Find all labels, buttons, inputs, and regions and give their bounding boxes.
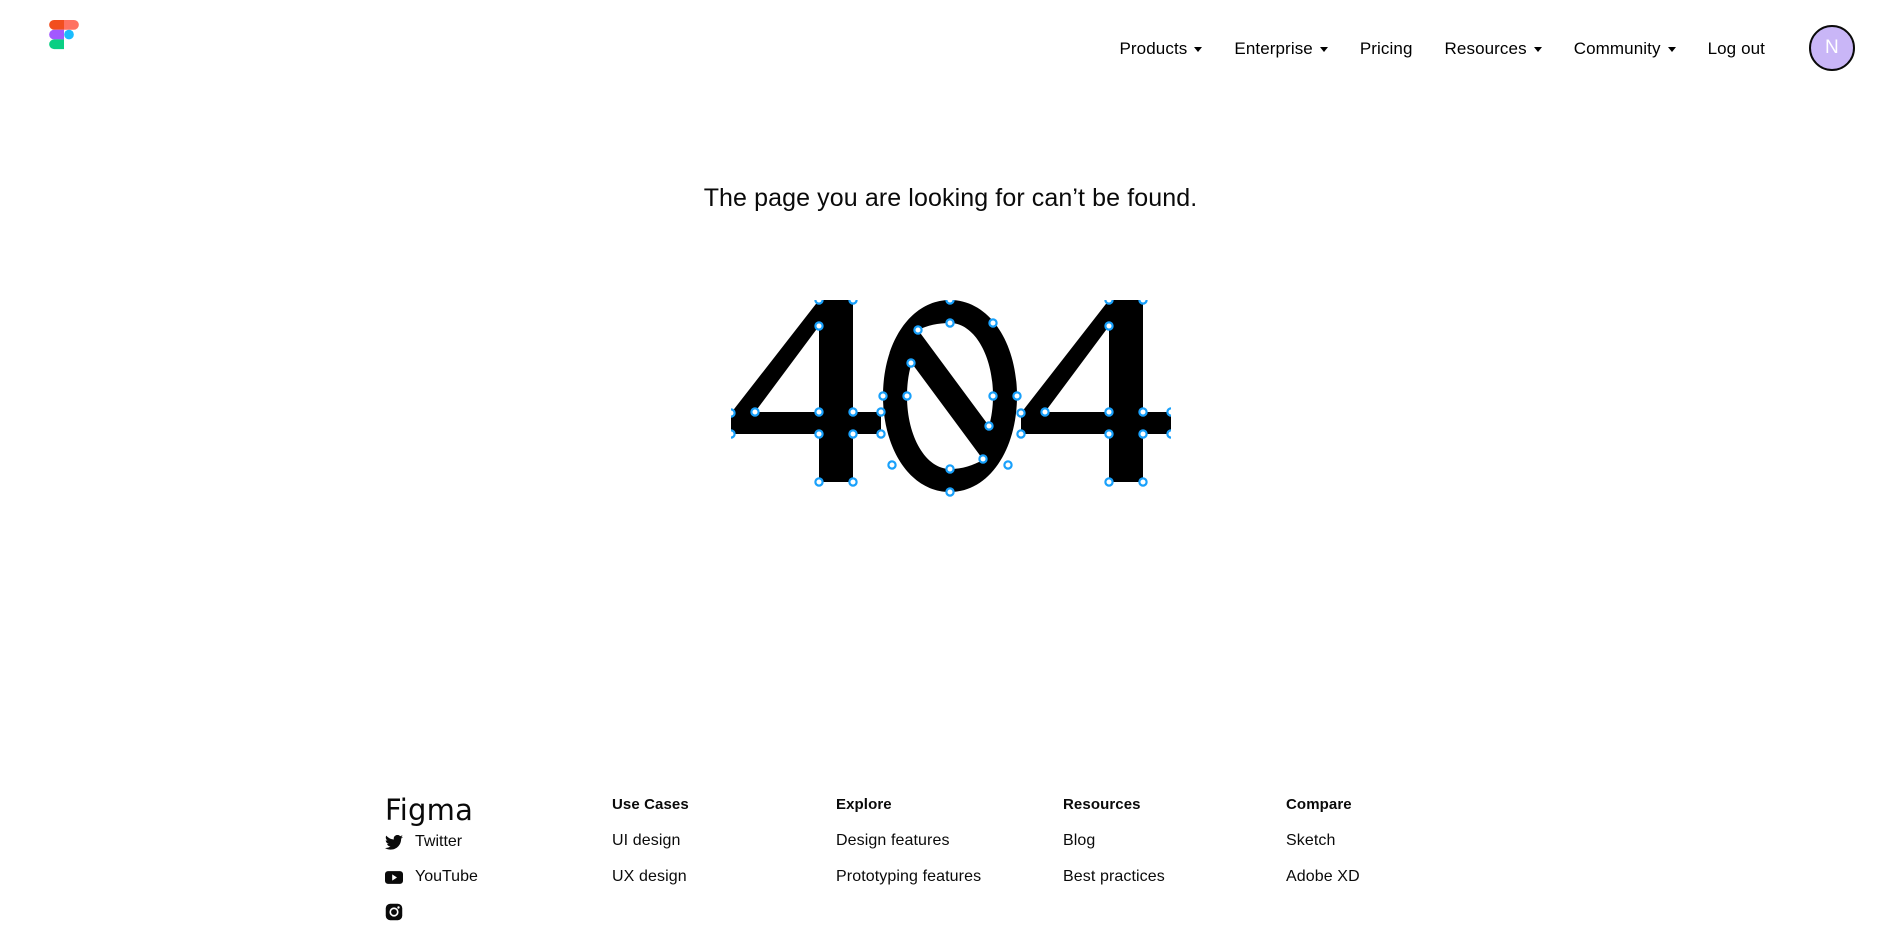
avatar[interactable]: N [1809,25,1855,71]
nav-label-resources: Resources [1444,38,1527,58]
nav-item-log-out[interactable]: Log out [1692,40,1781,57]
nav-label-community: Community [1573,38,1661,58]
nav-label-pricing: Pricing [1359,38,1413,58]
social-link-youtube[interactable]: YouTube [385,868,478,886]
figma-logo-icon [49,20,79,50]
nav-item-resources[interactable]: Resources [1429,40,1558,57]
youtube-icon [385,868,403,886]
nav-item-enterprise[interactable]: Enterprise [1218,40,1343,57]
footer-brand-column: Figma Twitter YouTube [385,796,585,921]
nav-label-log-out: Log out [1707,38,1765,58]
site-header: Products Enterprise Pricing Resources Co… [0,0,1901,96]
404-vector-artwork [0,300,1901,500]
404-artwork-svg [730,300,1171,497]
page-title: The page you are looking for can’t be fo… [703,184,1198,212]
chevron-down-icon [1194,46,1203,52]
footer-logo-wordmark[interactable]: Figma [385,796,585,825]
nav-item-pricing[interactable]: Pricing [1344,40,1429,57]
nav-item-community[interactable]: Community [1558,40,1692,57]
footer-link-sketch[interactable]: Sketch [1286,832,1336,850]
footer-heading-use-cases: Use Cases [612,796,689,813]
site-footer: Figma Twitter YouTube Use Cases UI desig… [0,796,1901,936]
social-label-twitter: Twitter [415,833,463,850]
footer-heading-resources: Resources [1063,796,1141,813]
main-content: The page you are looking for can’t be fo… [0,96,1901,796]
chevron-down-icon [1667,46,1676,52]
social-link-twitter[interactable]: Twitter [385,833,462,851]
footer-link-best-practices[interactable]: Best practices [1063,868,1165,886]
footer-heading-compare: Compare [1286,796,1352,813]
primary-navigation: Products Enterprise Pricing Resources Co… [1103,0,1855,96]
footer-column-resources: Resources Blog Best practices [1063,796,1313,885]
figma-logo[interactable] [44,20,84,78]
instagram-icon [385,903,403,921]
social-link-instagram[interactable] [385,903,415,921]
footer-link-ux-design[interactable]: UX design [612,868,687,886]
chevron-down-icon [1533,46,1542,52]
footer-column-explore: Explore Design features Prototyping feat… [836,796,1086,885]
footer-heading-explore: Explore [836,796,892,813]
footer-column-use-cases: Use Cases UI design UX design [612,796,862,885]
twitter-icon [385,833,403,851]
nav-label-enterprise: Enterprise [1234,38,1313,58]
footer-link-design-features[interactable]: Design features [836,832,950,850]
chevron-down-icon [1319,46,1328,52]
social-label-youtube: YouTube [415,868,478,885]
footer-link-blog[interactable]: Blog [1063,832,1095,850]
nav-item-products[interactable]: Products [1103,40,1218,57]
footer-link-ui-design[interactable]: UI design [612,832,681,850]
footer-link-prototyping-features[interactable]: Prototyping features [836,868,981,886]
footer-link-adobe-xd[interactable]: Adobe XD [1286,868,1360,886]
footer-column-compare: Compare Sketch Adobe XD [1286,796,1536,885]
nav-label-products: Products [1119,38,1188,58]
avatar-initial: N [1824,37,1840,58]
